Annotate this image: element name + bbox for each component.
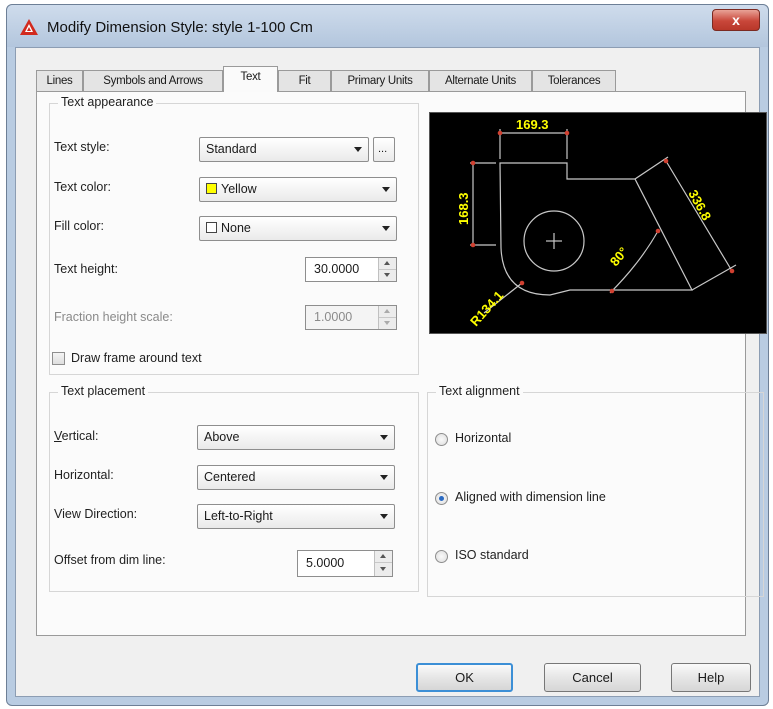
horizontal-dropdown[interactable]: Centered [197,465,395,490]
fraction-height-scale-spinner[interactable]: 1.0000 [305,305,397,330]
offset-from-dim-line-value: 5.0000 [306,556,345,570]
yellow-swatch-icon [206,183,217,194]
cancel-button[interactable]: Cancel [544,663,641,692]
radio-horizontal-label: Horizontal [455,431,512,445]
spinner-buttons [378,306,396,329]
draw-frame-checkbox[interactable] [52,352,65,365]
vertical-dropdown[interactable]: Above [197,425,395,450]
fill-color-label: Fill color: [54,219,105,233]
text-color-label: Text color: [54,180,111,194]
preview-drawing: 169.3 168.3 336.8 80° R134.1 [456,117,737,329]
spin-up-icon[interactable] [379,306,396,318]
view-direction-value: Left-to-Right [204,509,273,523]
text-style-value: Standard [206,142,257,156]
horizontal-label: Horizontal: [54,468,114,482]
text-height-value: 30.0000 [314,262,360,276]
text-style-browse-button[interactable]: ... [373,137,395,162]
radio-iso-standard-label: ISO standard [455,548,529,562]
window-title: Modify Dimension Style: style 1-100 Cm [47,19,313,36]
dialog-window: Modify Dimension Style: style 1-100 Cm x… [6,4,769,706]
title-bar[interactable]: Modify Dimension Style: style 1-100 Cm x [7,5,768,47]
text-appearance-title: Text appearance [58,95,157,109]
text-alignment-title: Text alignment [436,384,523,398]
tab-alternate-units[interactable]: Alternate Units [429,70,532,91]
text-style-label: Text style: [54,140,110,154]
autocad-app-icon [20,19,38,35]
chevron-down-icon [382,226,390,231]
preview-dim-top: 169.3 [516,117,549,132]
preview-dim-left: 168.3 [456,192,471,225]
view-direction-label: View Direction: [54,507,138,521]
view-direction-dropdown[interactable]: Left-to-Right [197,504,395,529]
preview-dim-angle: 80° [607,244,631,269]
part-outline [499,162,693,296]
spin-down-icon[interactable] [379,270,396,281]
fill-color-dropdown[interactable]: None [199,216,397,241]
spin-up-icon[interactable] [379,258,396,270]
vertical-value: Above [204,430,240,444]
spin-up-icon[interactable] [375,551,392,563]
dimension-preview: 169.3 168.3 336.8 80° R134.1 [429,112,767,334]
close-button[interactable]: x [712,9,760,31]
draw-frame-label: Draw frame around text [71,351,202,365]
text-height-spinner[interactable]: 30.0000 [305,257,397,282]
tab-text[interactable]: Text [223,66,278,92]
spinner-buttons [378,258,396,281]
tab-fit[interactable]: Fit [278,70,331,91]
radio-iso-standard[interactable] [435,550,448,563]
spinner-buttons [374,551,392,576]
text-tab-panel: Text appearance Text style: Standard ...… [36,91,767,636]
tab-tolerances[interactable]: Tolerances [532,70,616,91]
text-color-value: Yellow [221,182,257,196]
radio-horizontal[interactable] [435,433,448,446]
chevron-down-icon [380,475,388,480]
chevron-down-icon [354,147,362,152]
offset-from-dim-line-label: Offset from dim line: [54,553,166,567]
vertical-label: Vertical: [54,429,99,443]
text-color-dropdown[interactable]: Yellow [199,177,397,202]
chevron-down-icon [382,187,390,192]
spin-down-icon[interactable] [379,318,396,329]
fill-color-value: None [221,221,251,235]
tab-symbols-and-arrows[interactable]: Symbols and Arrows [83,70,223,91]
ok-button[interactable]: OK [416,663,513,692]
horizontal-value: Centered [204,470,256,484]
radio-aligned-with-dimension-line[interactable] [435,492,448,505]
help-button[interactable]: Help [671,663,751,692]
dialog-body: Lines Symbols and Arrows Text Fit Primar… [15,47,767,697]
chevron-down-icon [380,514,388,519]
radio-aligned-label: Aligned with dimension line [455,490,606,504]
fraction-height-scale-label: Fraction height scale: [54,310,173,324]
text-style-dropdown[interactable]: Standard [199,137,369,162]
fraction-height-scale-value: 1.0000 [314,310,353,324]
chevron-down-icon [380,435,388,440]
text-height-label: Text height: [54,262,118,276]
none-swatch-icon [206,222,217,233]
tab-lines[interactable]: Lines [36,70,83,91]
spin-down-icon[interactable] [375,564,392,575]
tab-primary-units[interactable]: Primary Units [331,70,429,91]
offset-from-dim-line-spinner[interactable]: 5.0000 [297,550,393,577]
preview-dim-radius: R134.1 [467,288,506,329]
text-placement-title: Text placement [58,384,149,398]
preview-dim-diag: 336.8 [685,187,714,223]
